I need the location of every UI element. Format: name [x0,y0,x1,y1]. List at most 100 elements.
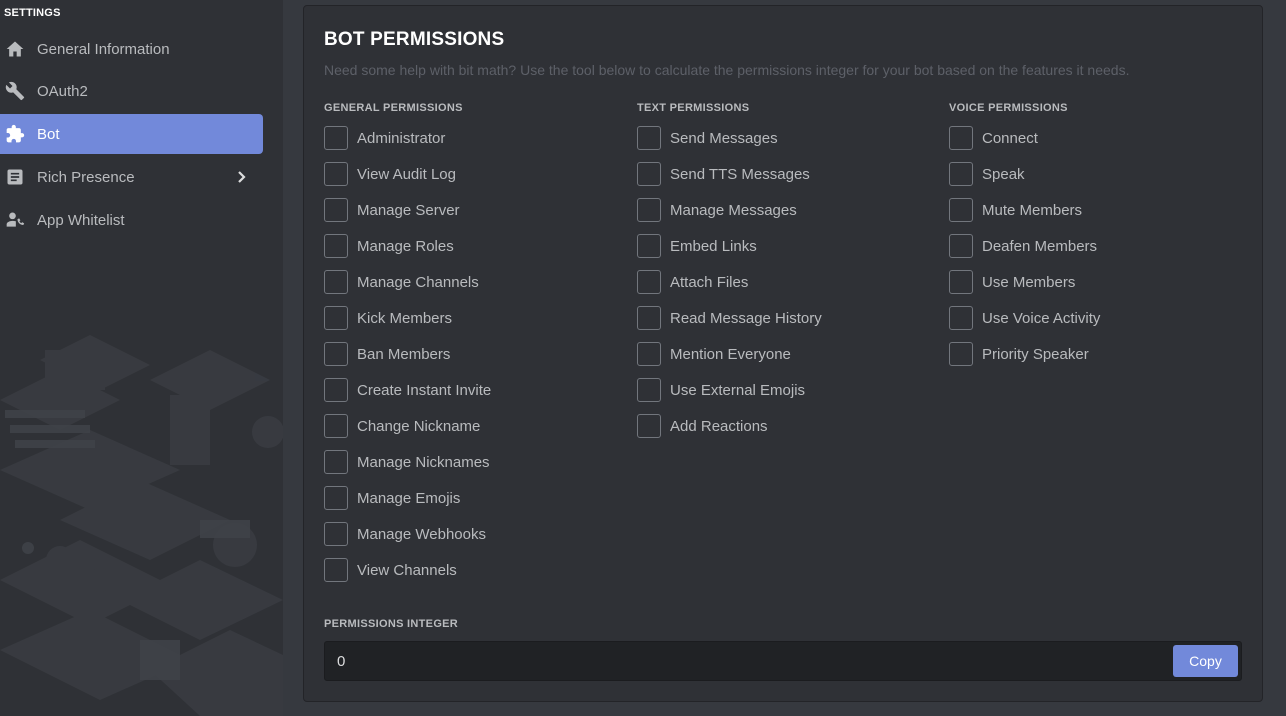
permission-row[interactable]: Use External Emojis [637,375,937,411]
permission-checkbox[interactable] [949,126,973,150]
sidebar-item-label: Rich Presence [37,168,135,186]
permission-row[interactable]: Administrator [324,123,624,159]
permission-checkbox[interactable] [324,234,348,258]
permission-row[interactable]: Use Members [949,267,1249,303]
sidebar-item-label: General Information [37,40,170,58]
permission-row[interactable]: Send Messages [637,123,937,159]
permission-row[interactable]: View Audit Log [324,159,624,195]
permission-checkbox[interactable] [637,270,661,294]
sidebar: SETTINGS General Information OAuth2 Bot … [0,0,283,716]
permission-label: Add Reactions [670,417,768,435]
permission-checkbox[interactable] [637,162,661,186]
permission-row[interactable]: Speak [949,159,1249,195]
permission-checkbox[interactable] [637,378,661,402]
permission-row[interactable]: Priority Speaker [949,339,1249,375]
permission-row[interactable]: Embed Links [637,231,937,267]
permission-label: Mention Everyone [670,345,791,363]
permission-label: Speak [982,165,1025,183]
sidebar-item-oauth2[interactable]: OAuth2 [0,71,263,111]
permission-checkbox[interactable] [324,378,348,402]
permission-row[interactable]: Ban Members [324,339,624,375]
home-icon [4,38,26,60]
permission-row[interactable]: Manage Roles [324,231,624,267]
general-permissions-column: GENERAL PERMISSIONS Administrator View Au… [324,101,624,591]
permission-checkbox[interactable] [949,234,973,258]
permission-checkbox[interactable] [324,270,348,294]
permission-label: Embed Links [670,237,757,255]
permission-checkbox[interactable] [324,522,348,546]
permission-label: Read Message History [670,309,822,327]
copy-button[interactable]: Copy [1173,645,1238,677]
permission-row[interactable]: Manage Messages [637,195,937,231]
permission-checkbox[interactable] [637,306,661,330]
permission-checkbox[interactable] [637,126,661,150]
permission-row[interactable]: Manage Nicknames [324,447,624,483]
panel-title: BOT PERMISSIONS [324,29,505,50]
settings-heading: SETTINGS [4,7,61,19]
permission-checkbox[interactable] [637,234,661,258]
puzzle-icon [4,123,26,145]
permission-row[interactable]: Manage Emojis [324,483,624,519]
document-icon [4,166,26,188]
permission-row[interactable]: View Channels [324,555,624,591]
permissions-integer-heading: PERMISSIONS INTEGER [324,618,459,630]
sidebar-item-app-whitelist[interactable]: App Whitelist [0,200,263,240]
permission-label: Manage Channels [357,273,479,291]
permission-row[interactable]: Attach Files [637,267,937,303]
permissions-integer-field[interactable]: 0 Copy [324,641,1242,681]
sidebar-item-general-information[interactable]: General Information [0,29,263,69]
column-heading: GENERAL PERMISSIONS [324,102,463,114]
permission-checkbox[interactable] [324,198,348,222]
permission-row[interactable]: Mention Everyone [637,339,937,375]
wrench-icon [4,80,26,102]
permission-checkbox[interactable] [324,558,348,582]
permission-checkbox[interactable] [324,126,348,150]
permission-label: Use Members [982,273,1076,291]
permission-label: View Audit Log [357,165,456,183]
permission-checkbox[interactable] [324,486,348,510]
permission-checkbox[interactable] [324,450,348,474]
permission-row[interactable]: Connect [949,123,1249,159]
permission-row[interactable]: Change Nickname [324,411,624,447]
permission-label: Change Nickname [357,417,481,435]
permission-checkbox[interactable] [949,306,973,330]
permission-checkbox[interactable] [637,414,661,438]
permission-label: Ban Members [357,345,451,363]
permission-label: Deafen Members [982,237,1098,255]
permission-row[interactable]: Mute Members [949,195,1249,231]
sidebar-item-label: OAuth2 [37,82,88,100]
permission-checkbox[interactable] [637,198,661,222]
permission-checkbox[interactable] [949,162,973,186]
column-heading: TEXT PERMISSIONS [637,102,750,114]
permission-row[interactable]: Read Message History [637,303,937,339]
permission-checkbox[interactable] [324,162,348,186]
permission-checkbox[interactable] [949,198,973,222]
permission-row[interactable]: Manage Channels [324,267,624,303]
permissions-integer-value: 0 [337,653,346,670]
permission-label: Send TTS Messages [670,165,810,183]
permission-checkbox[interactable] [949,270,973,294]
permission-row[interactable]: Kick Members [324,303,624,339]
permission-checkbox[interactable] [637,342,661,366]
sidebar-item-bot[interactable]: Bot [0,114,263,154]
permission-row[interactable]: Send TTS Messages [637,159,937,195]
permission-checkbox[interactable] [324,342,348,366]
permission-checkbox[interactable] [324,306,348,330]
permission-checkbox[interactable] [324,414,348,438]
sidebar-item-rich-presence[interactable]: Rich Presence [0,157,263,197]
permission-label: Administrator [357,129,446,147]
bot-permissions-panel: BOT PERMISSIONS Need some help with bit … [303,5,1263,702]
permission-row[interactable]: Create Instant Invite [324,375,624,411]
permission-row[interactable]: Manage Webhooks [324,519,624,555]
permission-row[interactable]: Manage Server [324,195,624,231]
chevron-right-icon[interactable] [233,169,249,185]
permission-label: Manage Server [357,201,460,219]
permission-checkbox[interactable] [949,342,973,366]
permission-row[interactable]: Deafen Members [949,231,1249,267]
user-phone-icon [4,209,26,231]
permission-label: Use Voice Activity [982,309,1101,327]
sidebar-item-label: App Whitelist [37,211,125,229]
permission-row[interactable]: Use Voice Activity [949,303,1249,339]
permission-label: Use External Emojis [670,381,806,399]
permission-row[interactable]: Add Reactions [637,411,937,447]
